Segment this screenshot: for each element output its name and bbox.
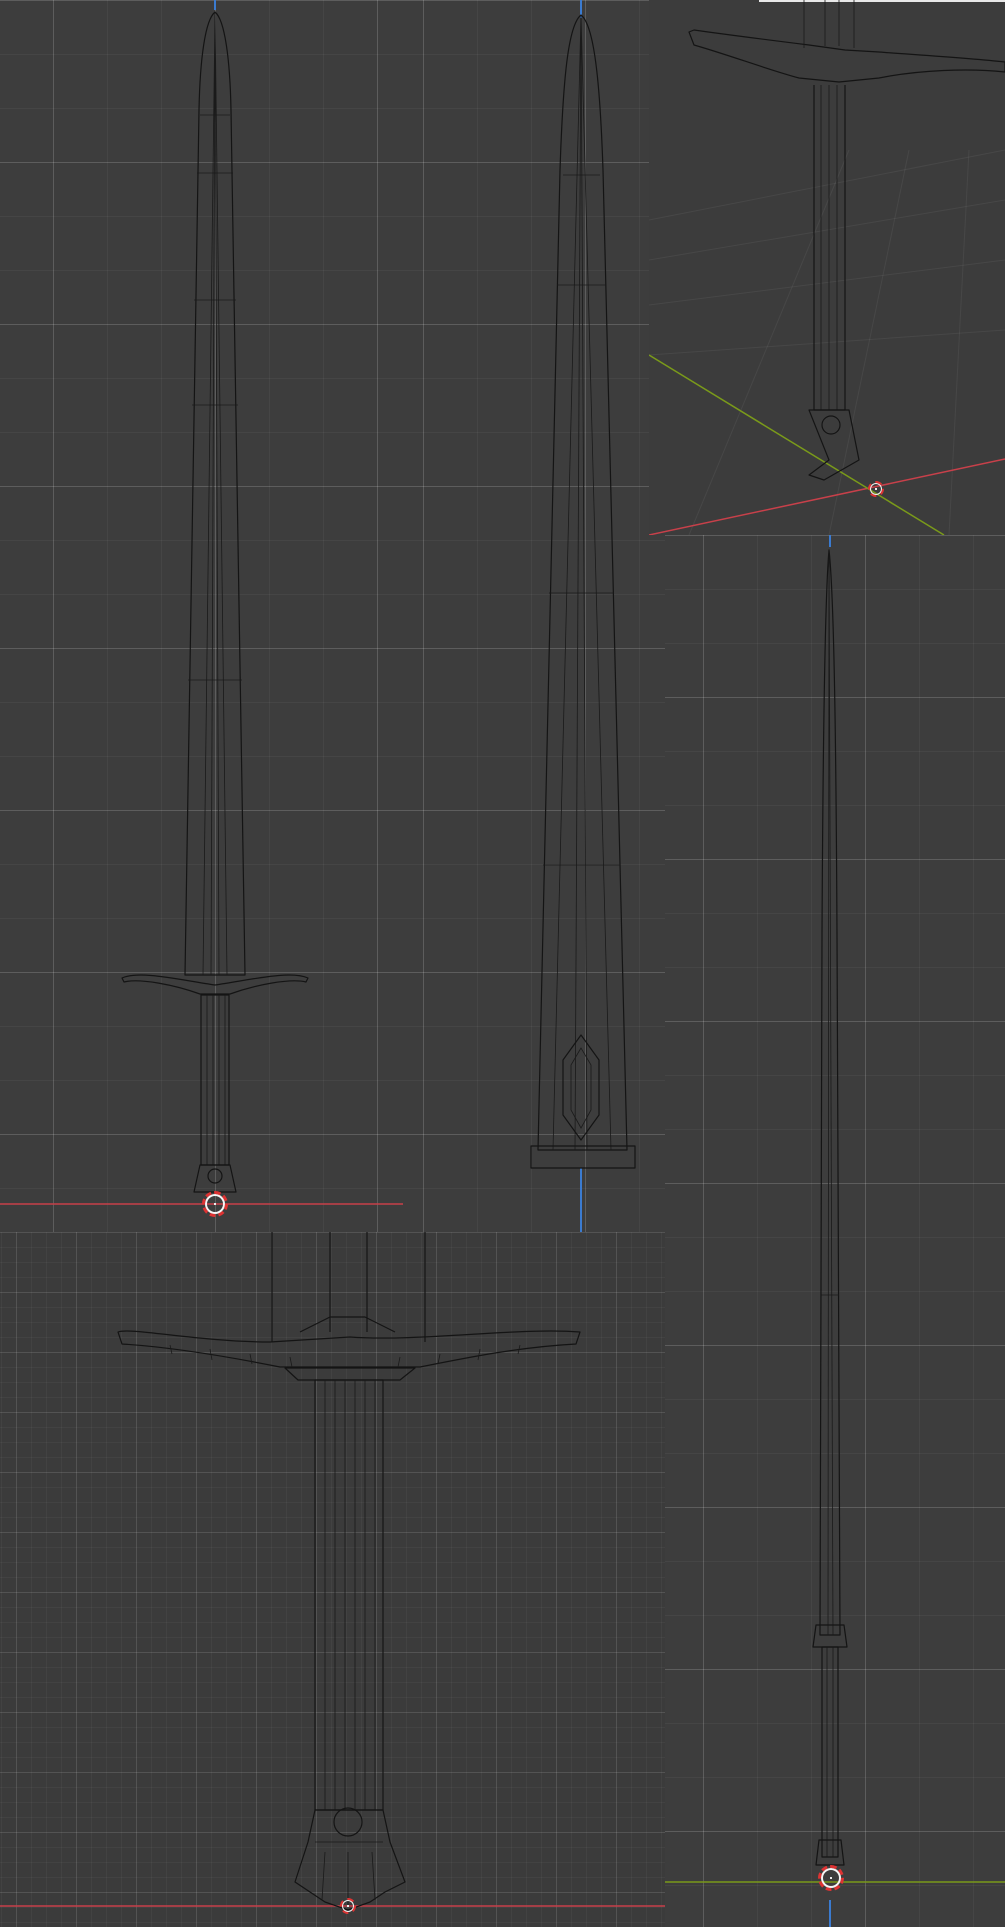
3d-cursor-icon[interactable] <box>340 1898 356 1914</box>
viewport-front[interactable] <box>0 0 403 1232</box>
sword-mesh-right <box>812 549 848 1866</box>
x-axis-line <box>649 458 1005 535</box>
zoomed-canvas <box>0 1232 665 1911</box>
viewport-header-edge <box>759 0 1005 2</box>
viewport-side[interactable] <box>403 0 666 1232</box>
viewport-perspective[interactable] <box>649 0 1005 535</box>
sword-mesh-zoomed <box>117 1232 581 1911</box>
side-view-canvas <box>530 0 636 1232</box>
sword-mesh-front <box>121 11 309 1193</box>
viewport-right[interactable] <box>665 535 1005 1927</box>
y-axis-line <box>649 354 945 535</box>
viewport-zoomed-hilt[interactable] <box>0 1232 665 1927</box>
3d-cursor-icon[interactable] <box>868 481 884 497</box>
perspective-canvas <box>649 0 1005 535</box>
perspective-grid <box>649 149 1005 535</box>
sword-mesh-side <box>530 14 636 1169</box>
front-view-canvas <box>0 0 403 1205</box>
3d-cursor-icon[interactable] <box>818 1865 844 1891</box>
3d-cursor-icon[interactable] <box>202 1191 228 1217</box>
right-view-canvas <box>665 535 1005 1927</box>
